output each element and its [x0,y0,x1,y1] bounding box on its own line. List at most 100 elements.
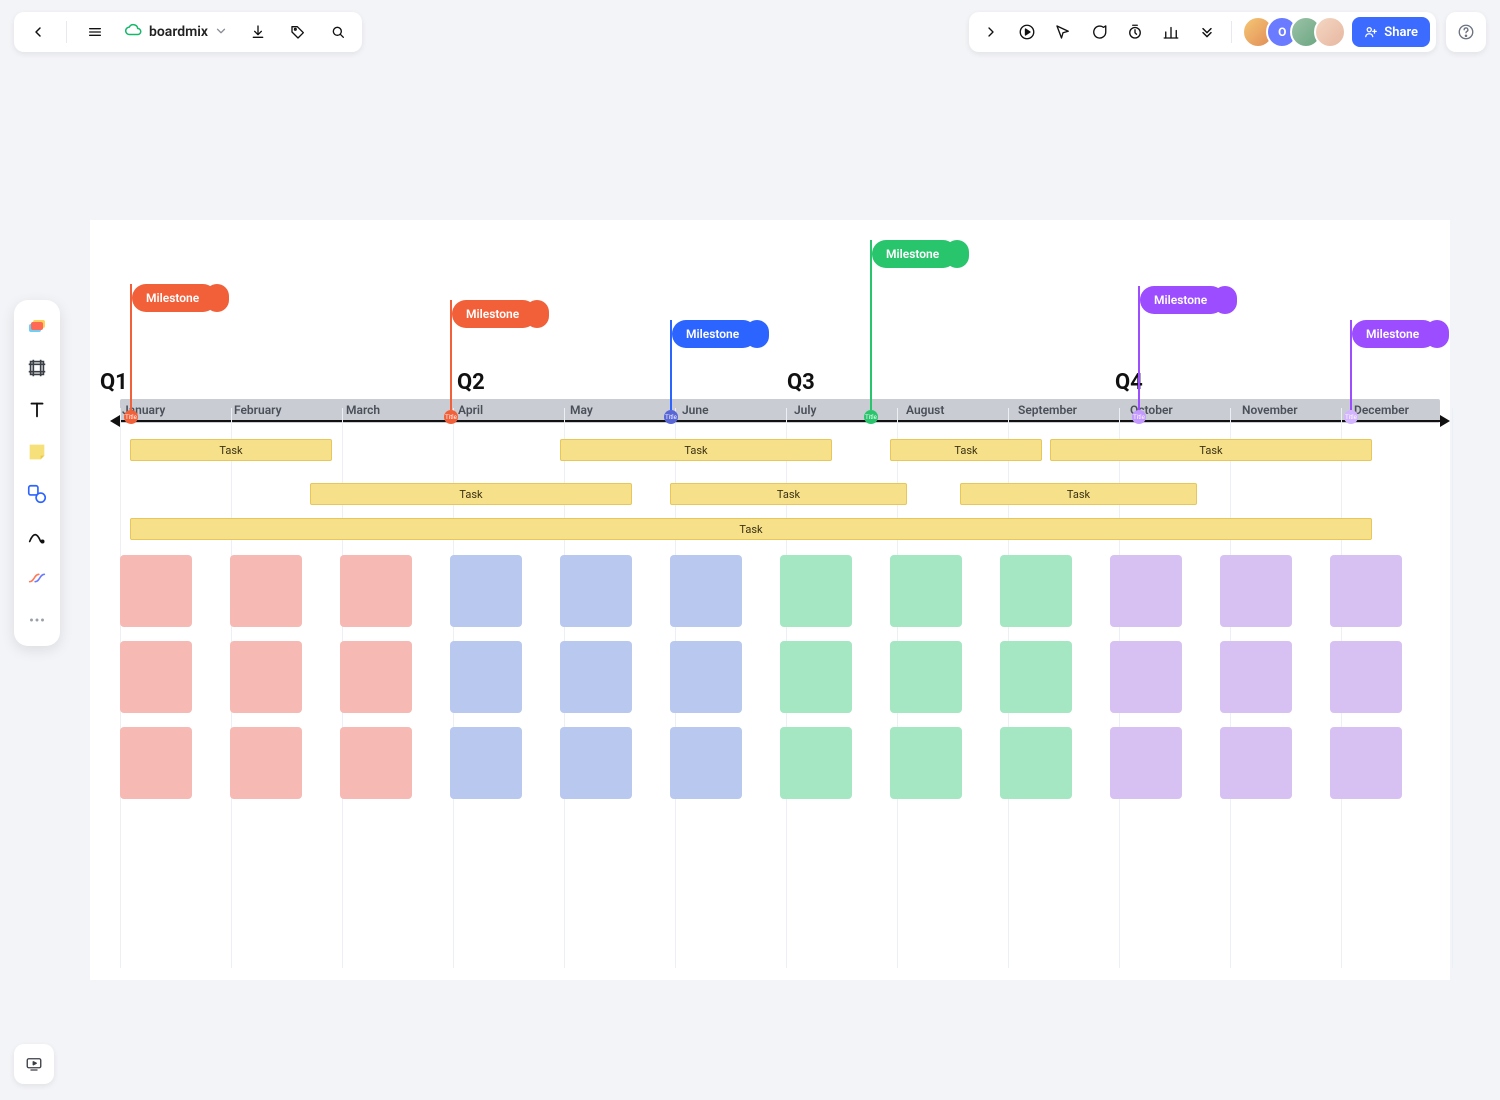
card[interactable] [1220,555,1292,627]
card[interactable] [890,555,962,627]
connector-tool[interactable] [19,560,55,596]
connector-icon [26,567,48,589]
card[interactable] [450,555,522,627]
shapes-icon [26,483,48,505]
note-tool[interactable] [19,434,55,470]
chart-button[interactable] [1155,16,1187,48]
card[interactable] [560,727,632,799]
task-bar[interactable]: Task [670,483,907,505]
task-bar[interactable]: Task [960,483,1197,505]
frame-tool[interactable] [19,350,55,386]
card[interactable] [1110,727,1182,799]
download-button[interactable] [242,16,274,48]
card[interactable] [1000,727,1072,799]
task-bar[interactable]: Task [560,439,832,461]
card[interactable] [780,641,852,713]
milestone-pin: Title [124,410,138,424]
card[interactable] [120,641,192,713]
canvas-board[interactable]: Q1 Q2 Q3 Q4 January February March April… [90,220,1450,980]
expand-button[interactable] [975,16,1007,48]
chevron-right-icon [983,24,999,40]
comment-button[interactable] [1083,16,1115,48]
text-tool[interactable] [19,392,55,428]
card[interactable] [120,555,192,627]
card[interactable] [1220,641,1292,713]
present-button[interactable] [14,1044,54,1084]
card[interactable] [1330,727,1402,799]
timer-button[interactable] [1119,16,1151,48]
card[interactable] [1220,727,1292,799]
card[interactable] [450,641,522,713]
card[interactable] [560,555,632,627]
card[interactable] [120,727,192,799]
tag-button[interactable] [282,16,314,48]
milestone-pin: Title [864,410,878,424]
stickers-tool[interactable] [19,308,55,344]
right-actions-group: O Share [969,12,1436,52]
back-icon [30,24,46,40]
task-bar[interactable]: Task [130,518,1372,540]
task-bar[interactable]: Task [130,439,332,461]
milestone-flag-label: Milestone [672,320,757,348]
card[interactable] [340,641,412,713]
card[interactable] [1330,641,1402,713]
card[interactable] [1330,555,1402,627]
card[interactable] [340,555,412,627]
pointer-button[interactable] [1047,16,1079,48]
topbar-left: boardmix [14,12,362,52]
cloud-sync-icon [125,21,143,43]
milestone-pin: Title [1132,410,1146,424]
arrow-left-icon [110,415,120,427]
card[interactable] [670,641,742,713]
card[interactable] [1000,641,1072,713]
avatar[interactable] [1314,16,1346,48]
task-bar[interactable]: Task [890,439,1042,461]
card[interactable] [340,727,412,799]
pen-icon [26,525,48,547]
card[interactable] [560,641,632,713]
collaborator-avatars[interactable]: O [1240,16,1348,48]
divider [66,21,67,43]
card[interactable] [670,555,742,627]
card[interactable] [230,555,302,627]
back-button[interactable] [22,16,54,48]
topbar-right: O Share [969,12,1486,52]
card[interactable] [890,641,962,713]
search-button[interactable] [322,16,354,48]
shapes-tool[interactable] [19,476,55,512]
card[interactable] [1110,555,1182,627]
note-icon [26,441,48,463]
frame-icon [26,357,48,379]
milestone-pin: Title [444,410,458,424]
menu-button[interactable] [79,16,111,48]
divider [1231,21,1232,43]
board-title: boardmix [149,24,208,40]
board-title-dropdown[interactable]: boardmix [119,16,234,48]
card[interactable] [1110,641,1182,713]
more-button[interactable] [1191,16,1223,48]
card[interactable] [1000,555,1072,627]
milestone-flag-label: Milestone [1140,286,1225,314]
help-button[interactable] [1446,12,1486,52]
card[interactable] [670,727,742,799]
card[interactable] [230,641,302,713]
play-icon [1018,23,1036,41]
card[interactable] [780,555,852,627]
card[interactable] [450,727,522,799]
pen-tool[interactable] [19,518,55,554]
card[interactable] [230,727,302,799]
card[interactable] [780,727,852,799]
chart-icon [1162,23,1180,41]
share-button-label: Share [1384,25,1418,40]
search-icon [330,24,346,40]
milestone-flag-label: Milestone [1352,320,1437,348]
more-tools[interactable] [19,602,55,638]
text-icon [26,399,48,421]
share-button[interactable]: Share [1352,17,1430,47]
milestone-flag-label: Milestone [872,240,957,268]
play-button[interactable] [1011,16,1043,48]
task-bar[interactable]: Task [1050,439,1372,461]
card[interactable] [890,727,962,799]
task-bar[interactable]: Task [310,483,632,505]
milestone-flag-label: Milestone [132,284,217,312]
